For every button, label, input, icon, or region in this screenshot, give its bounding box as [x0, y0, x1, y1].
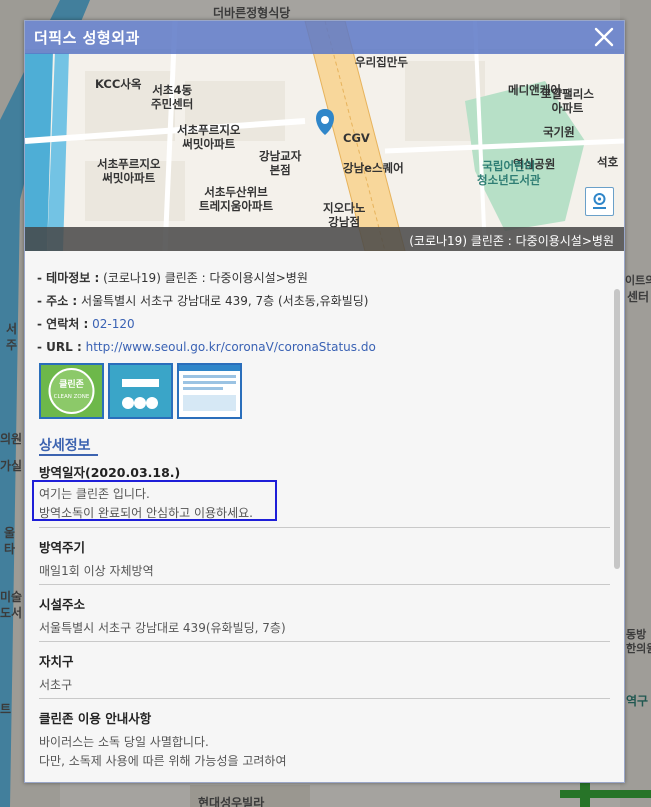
poster-image	[110, 365, 171, 417]
location-icon	[593, 193, 606, 209]
section-clean-zone-guide: 클린존 이용 안내사항 바이러스는 소독 당일 사멸합니다. 다만, 소독제 사…	[39, 708, 610, 771]
map-label-gukgiwon: 국기원	[543, 125, 575, 139]
scrollbar[interactable]	[614, 289, 620, 569]
close-icon	[594, 27, 614, 47]
map-label-kcc: KCC사옥	[95, 77, 142, 91]
section-body: 서초구	[39, 676, 610, 695]
clean-zone-badge-image: 클린존 CLEAN ZONE	[41, 365, 102, 417]
section-title: 방역일자(2020.03.18.)	[39, 465, 181, 480]
map-caption: (코로나19) 클린존 : 다중이용시설>병원	[409, 234, 614, 248]
section-disinfection-cycle: 방역주기 매일1회 이상 자체방역	[39, 537, 610, 581]
section-body: 서울특별시 서초구 강남대로 439(유화빌딩, 7층)	[39, 619, 610, 638]
section-title: 시설주소	[39, 597, 86, 612]
section-title: 방역주기	[39, 540, 86, 555]
divider	[39, 698, 610, 699]
divider	[39, 584, 610, 585]
section-district: 자치구 서초구	[39, 651, 610, 695]
map-label-purgio-1: 서초푸르지오 써밋아파트	[177, 123, 241, 151]
detail-title: 상세정보	[39, 438, 91, 454]
map-label-woorijib: 우리집만두	[355, 55, 408, 69]
thumb-clean-zone-en: CLEAN ZONE	[54, 394, 90, 400]
map-label-purgio-2: 서초푸르지오 써밋아파트	[97, 157, 161, 185]
highlight-box	[32, 480, 277, 521]
section-facility-address: 시설주소 서울특별시 서초구 강남대로 439(유화빌딩, 7층)	[39, 594, 610, 638]
map-label-gangnam-school: 강남교자 본점	[259, 149, 302, 177]
section-body-line: 바이러스는 소독 당일 사멸합니다.	[39, 735, 209, 749]
section-body: 바이러스는 소독 당일 사멸합니다. 다만, 소독제 사용에 따른 위해 가능성…	[39, 733, 610, 771]
section-body-line: 매일1회 이상 자체방역	[39, 564, 154, 578]
section-body-line: 다만, 소독제 사용에 따른 위해 가능성을 고려하여	[39, 754, 287, 768]
map-label-library: 국립어린이 청소년도서관	[477, 159, 541, 187]
info-address-value: 서울특별시 서초구 강남대로 439, 7층 (서초동,유화빌딩)	[81, 294, 369, 308]
section-body: 매일1회 이상 자체방역	[39, 562, 610, 581]
map-label-seokho: 석호	[597, 155, 619, 169]
section-body-line: 서초구	[39, 678, 73, 692]
thumbnail-poster[interactable]	[108, 363, 173, 419]
divider	[39, 527, 610, 528]
info-contact: - 연락처 : 02-120	[37, 315, 612, 338]
divider	[39, 641, 610, 642]
close-button[interactable]	[592, 25, 616, 49]
map-label-cgv: CGV	[343, 131, 370, 145]
thumbnail-clean-zone[interactable]: 클린존 CLEAN ZONE	[39, 363, 104, 419]
info-theme: - 테마정보 : (코로나19) 클린존 : 다중이용시설>병원	[37, 269, 612, 292]
thumb-clean-zone-text: 클린존	[59, 379, 84, 390]
info-address: - 주소 : 서울특별시 서초구 강남대로 439, 7층 (서초동,유화빌딩)	[37, 292, 612, 315]
my-location-button[interactable]	[585, 187, 614, 216]
section-title: 클린존 이용 안내사항	[39, 711, 152, 726]
info-contact-label: - 연락처 :	[37, 317, 89, 331]
section-body-line: 서울특별시 서초구 강남대로 439(유화빌딩, 7층)	[39, 621, 286, 635]
map-label-jumin: 서초4동 주민센터	[151, 83, 194, 111]
map-label-gangnam-square: 강남e스퀘어	[343, 161, 404, 175]
info-address-label: - 주소 :	[37, 294, 78, 308]
place-popup: KCC사옥 서초4동 주민센터 우리집만두 메디앤케어 로얄팰리스 아파트 서초…	[24, 20, 625, 783]
mini-map[interactable]: KCC사옥 서초4동 주민센터 우리집만두 메디앤케어 로얄팰리스 아파트 서초…	[25, 21, 624, 251]
place-info: - 테마정보 : (코로나19) 클린존 : 다중이용시설>병원 - 주소 : …	[37, 269, 612, 361]
map-label-royal: 로얄팰리스 아파트	[541, 87, 594, 115]
info-url: - URL : http://www.seoul.go.kr/coronaV/c…	[37, 338, 612, 361]
notice-image	[179, 365, 240, 417]
section-title: 자치구	[39, 654, 74, 669]
detail-title-underline	[39, 454, 98, 456]
info-theme-value: (코로나19) 클린존 : 다중이용시설>병원	[103, 271, 308, 285]
map-label-doosan: 서초두산위브 트레지움아파트	[199, 185, 274, 213]
info-url-label: - URL :	[37, 340, 82, 354]
map-label-jioda: 지오다노 강남점	[323, 201, 366, 229]
popup-title: 더픽스 성형외과	[34, 29, 140, 47]
info-theme-label: - 테마정보 :	[37, 271, 100, 285]
popup-header: 더픽스 성형외과	[25, 21, 624, 54]
info-contact-link[interactable]: 02-120	[92, 317, 135, 331]
map-caption-bar: (코로나19) 클린존 : 다중이용시설>병원	[25, 227, 624, 251]
thumbnail-notice[interactable]	[177, 363, 242, 419]
info-url-link[interactable]: http://www.seoul.go.kr/coronaV/coronaSta…	[86, 340, 376, 354]
